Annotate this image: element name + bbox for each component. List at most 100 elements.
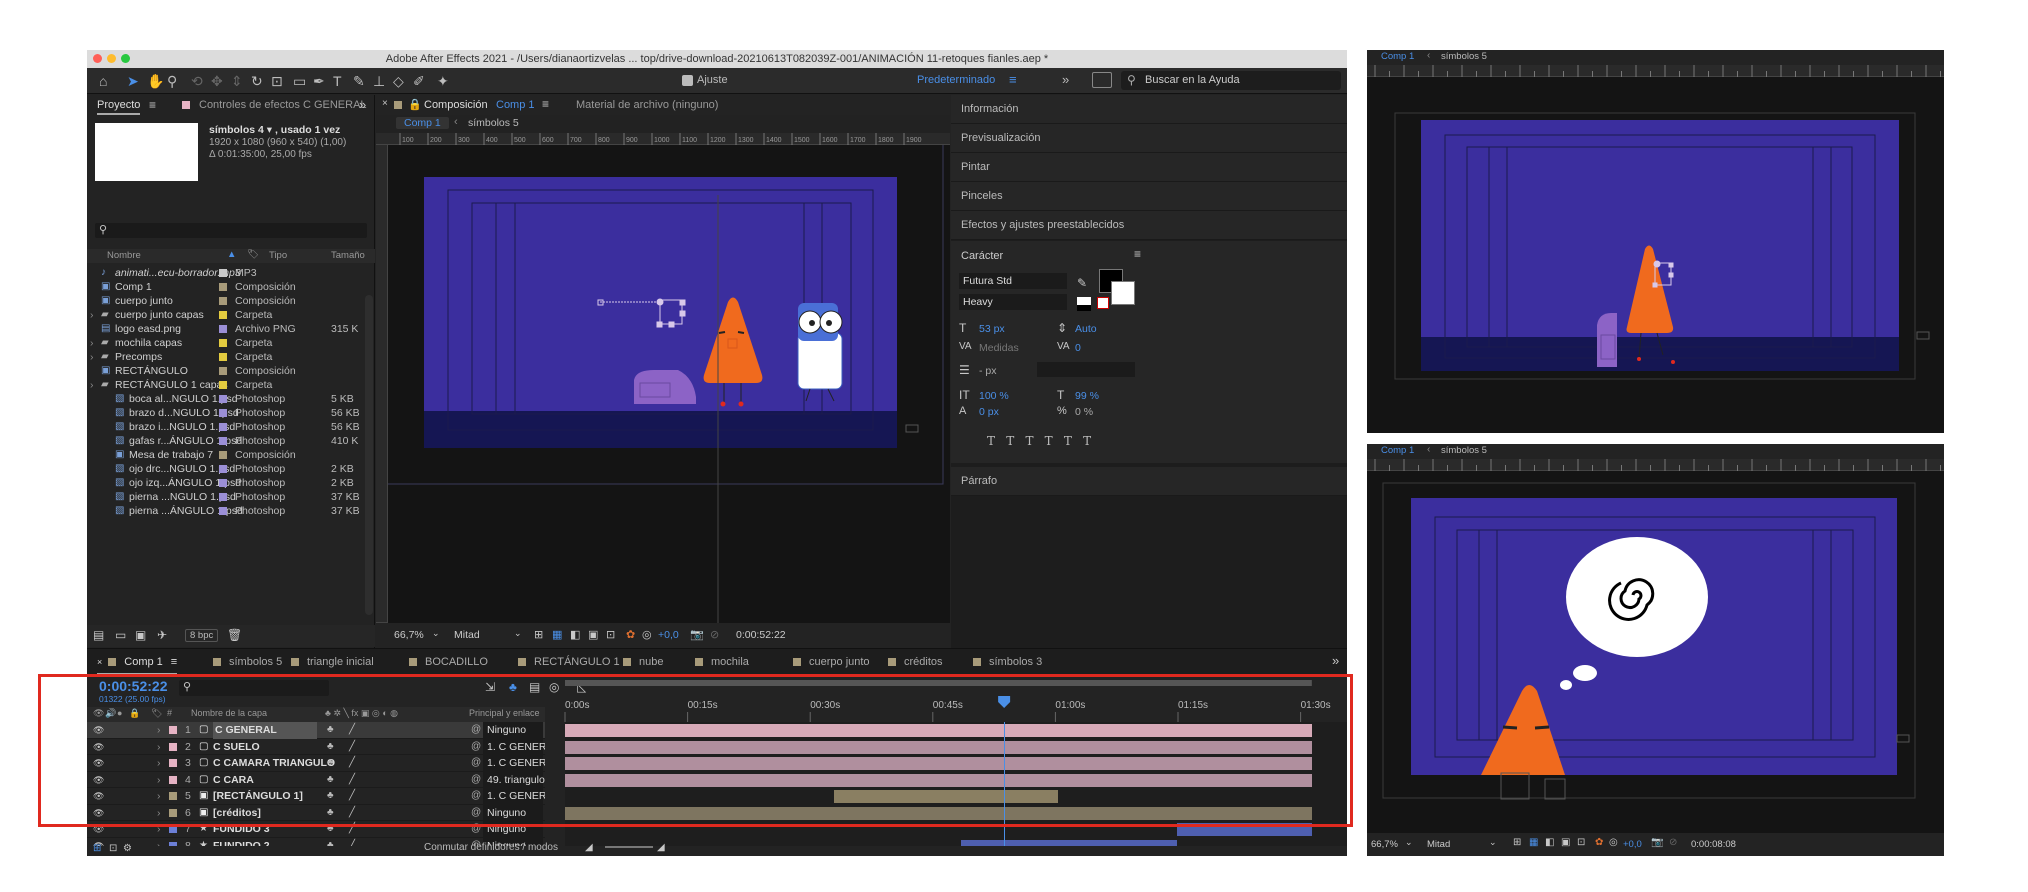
- pen-tool-icon[interactable]: ✒: [313, 73, 325, 90]
- project-scrollbar[interactable]: [365, 295, 373, 615]
- comp-menu-icon[interactable]: ≡: [542, 97, 549, 111]
- workspace-selector[interactable]: Predeterminado: [917, 74, 995, 86]
- 3d-view-icon[interactable]: ⊡: [1577, 837, 1585, 848]
- tab-timeline-comp[interactable]: BOCADILLO: [403, 649, 488, 675]
- panel-informacion[interactable]: Información: [951, 95, 1347, 124]
- breadcrumb-comp-1[interactable]: Comp 1: [1381, 445, 1414, 456]
- label-column-icon[interactable]: 🏷: [247, 249, 259, 260]
- resolution-select[interactable]: Mitad: [454, 629, 480, 641]
- pan-camera-icon[interactable]: ✥: [211, 73, 223, 90]
- clone-stamp-icon[interactable]: ⊥: [373, 73, 385, 90]
- bit-depth-button[interactable]: 8 bpc: [185, 629, 219, 642]
- label-color-swatch[interactable]: [219, 367, 227, 375]
- tab-composition[interactable]: Composición: [424, 99, 488, 111]
- label-color-swatch[interactable]: [219, 465, 227, 473]
- hand-tool-icon[interactable]: ✋: [147, 73, 164, 90]
- breadcrumb-simbolos-5[interactable]: símbolos 5: [1441, 445, 1487, 456]
- white-swatch[interactable]: [1077, 297, 1091, 305]
- label-color-swatch[interactable]: [219, 381, 227, 389]
- close-tab-icon[interactable]: ×: [382, 98, 388, 109]
- guides-icon[interactable]: ▣: [588, 628, 598, 641]
- breadcrumb-comp-1[interactable]: Comp 1: [1381, 51, 1414, 62]
- transparency-grid-icon[interactable]: ▦: [1529, 837, 1538, 848]
- tab-composition-name[interactable]: Comp 1: [496, 99, 535, 111]
- new-folder-icon[interactable]: ▭: [115, 628, 126, 642]
- panel-overflow-icon[interactable]: »: [359, 97, 366, 112]
- snapshot-camera-icon[interactable]: 📷: [690, 628, 704, 641]
- label-color-swatch[interactable]: [219, 297, 227, 305]
- quality-switch-icon[interactable]: ╱: [349, 838, 355, 847]
- column-size[interactable]: Tamaño: [331, 250, 365, 261]
- panel-previsualizacion[interactable]: Previsualización: [951, 124, 1347, 153]
- exposure-value[interactable]: +0,0: [658, 629, 679, 641]
- tab-timeline-comp[interactable]: triangle inicial: [285, 649, 374, 675]
- color-channels-icon[interactable]: ✿: [1595, 837, 1603, 848]
- region-of-interest-icon[interactable]: ⊞: [534, 628, 543, 641]
- expand-chevron-icon[interactable]: ›: [157, 838, 161, 847]
- home-icon[interactable]: ⌂: [99, 73, 107, 89]
- timeline-zoom-slider[interactable]: [605, 846, 653, 848]
- text-tool-icon[interactable]: T: [333, 73, 342, 89]
- label-color-swatch[interactable]: [219, 339, 227, 347]
- eyedropper-icon[interactable]: ✎: [1077, 276, 1087, 290]
- breadcrumb-simbolos-5[interactable]: símbolos 5: [468, 117, 519, 129]
- zoom-window-button[interactable]: [121, 54, 130, 63]
- panel-efectos[interactable]: Efectos y ajustes preestablecidos: [951, 211, 1347, 240]
- help-search-input[interactable]: ⚲ Buscar en la Ayuda: [1121, 71, 1341, 90]
- zoom-select[interactable]: 66,7%: [1371, 839, 1398, 850]
- breadcrumb-simbolos-5[interactable]: símbolos 5: [1441, 51, 1487, 62]
- reset-exposure-icon[interactable]: ◎: [1609, 837, 1618, 848]
- vertical-scale-value[interactable]: 100 %: [979, 390, 1009, 402]
- exposure-value[interactable]: +0,0: [1623, 839, 1642, 850]
- stroke-style-select[interactable]: [1037, 362, 1135, 377]
- project-menu-icon[interactable]: ≡: [149, 98, 156, 112]
- project-settings-icon[interactable]: ✈: [157, 628, 167, 642]
- zoom-tool-icon[interactable]: ⚲: [167, 73, 177, 90]
- region-of-interest-icon[interactable]: ⊞: [1513, 837, 1521, 848]
- text-style-buttons[interactable]: TTTTTT: [987, 434, 1102, 448]
- composition-flowchart-icon[interactable]: ⊡: [109, 843, 117, 854]
- leading-value[interactable]: Auto: [1075, 323, 1097, 335]
- color-channels-icon[interactable]: ✿: [626, 628, 635, 641]
- tab-timeline-comp[interactable]: símbolos 3: [967, 649, 1042, 675]
- character-menu-icon[interactable]: ≡: [1134, 247, 1141, 261]
- label-color-swatch[interactable]: [219, 437, 227, 445]
- tab-timeline-comp[interactable]: × Comp 1 ≡: [97, 649, 178, 675]
- tab-timeline-comp[interactable]: créditos: [882, 649, 943, 675]
- current-time-display[interactable]: 0:00:08:08: [1691, 839, 1736, 850]
- panel-pinceles[interactable]: Pinceles: [951, 182, 1347, 211]
- column-type[interactable]: Tipo: [269, 250, 287, 261]
- label-color-swatch[interactable]: [219, 479, 227, 487]
- project-search-input[interactable]: ⚲: [95, 223, 367, 238]
- mask-visibility-icon[interactable]: ◧: [1545, 837, 1554, 848]
- zoom-select[interactable]: 66,7%: [394, 629, 424, 641]
- tab-project[interactable]: Proyecto: [97, 95, 141, 115]
- tab-timeline-comp[interactable]: mochila: [689, 649, 749, 675]
- label-color-swatch[interactable]: [219, 423, 227, 431]
- column-name[interactable]: Nombre: [107, 250, 141, 261]
- label-color-swatch[interactable]: [219, 311, 227, 319]
- roto-brush-icon[interactable]: ✐: [413, 73, 425, 90]
- panel-pintar[interactable]: Pintar: [951, 153, 1347, 182]
- label-color-swatch[interactable]: [219, 409, 227, 417]
- frame-view-icon[interactable]: [1092, 72, 1112, 88]
- shy-switch-icon[interactable]: ♣: [327, 838, 334, 847]
- tab-timeline-comp[interactable]: RECTÁNGULO 1: [512, 649, 620, 675]
- tab-timeline-comp[interactable]: nube: [617, 649, 663, 675]
- no-fill-swatch[interactable]: [1097, 297, 1109, 309]
- tsume-value[interactable]: 0 %: [1075, 406, 1093, 418]
- rectangle-tool-icon[interactable]: ▭: [293, 73, 306, 90]
- selection-tool-icon[interactable]: ➤: [127, 73, 139, 90]
- horizontal-scale-value[interactable]: 99 %: [1075, 390, 1099, 402]
- tab-timeline-comp[interactable]: cuerpo junto: [787, 649, 870, 675]
- label-color-swatch[interactable]: [219, 325, 227, 333]
- baseline-shift-value[interactable]: 0 px: [979, 406, 999, 418]
- black-swatch[interactable]: [1077, 305, 1091, 311]
- label-color-swatch[interactable]: [219, 283, 227, 291]
- brush-tool-icon[interactable]: ✎: [353, 73, 365, 90]
- render-icon[interactable]: ⊞: [93, 843, 101, 854]
- minimize-window-button[interactable]: [107, 54, 116, 63]
- label-color-swatch[interactable]: [219, 451, 227, 459]
- label-color-swatch[interactable]: [219, 395, 227, 403]
- kerning-value[interactable]: Medidas: [979, 342, 1019, 354]
